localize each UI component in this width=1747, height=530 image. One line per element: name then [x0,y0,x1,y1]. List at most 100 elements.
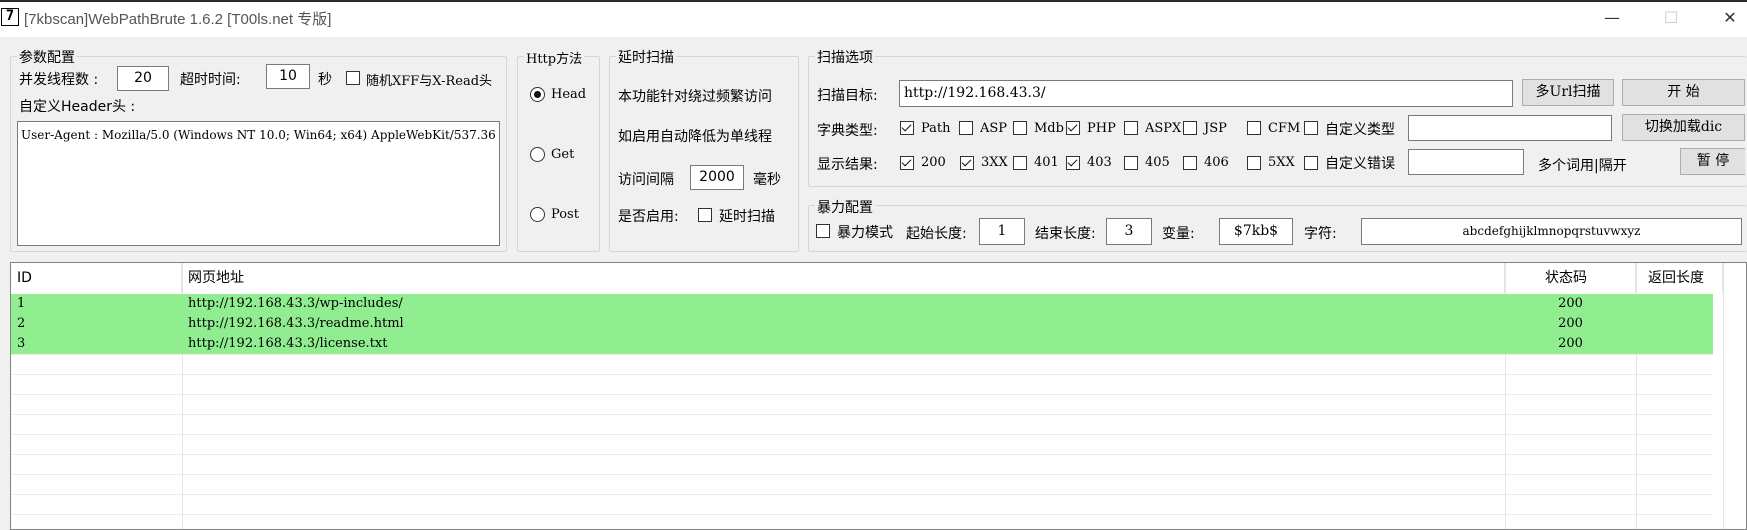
timeout-label: 超时时间: [180,72,241,88]
interval-input[interactable]: 2000 [690,165,744,190]
result-code-label: 401 [1034,155,1059,170]
start-button[interactable]: 开 始 [1622,79,1745,106]
window-title: [7kbscan]WebPathBrute 1.6.2 [T00ls.net 专… [24,11,332,28]
header-textarea[interactable]: User-Agent : Mozilla/5.0 (Windows NT 10.… [17,121,500,246]
radio-head-label: Head [551,87,587,102]
params-legend: 参数配置 [17,47,77,67]
radio-post-label: Post [551,207,579,222]
radio-head[interactable] [530,87,545,102]
timeout-unit: 秒 [318,72,332,88]
cell-url: http://192.168.43.3/readme.html [188,316,404,331]
dict-type-checkbox[interactable] [959,121,973,135]
dict-type-checkbox[interactable] [1066,121,1080,135]
dict-type-checkbox[interactable] [1247,121,1261,135]
cell-status: 200 [1558,316,1583,331]
table-row-divider [11,394,1713,395]
cell-id: 1 [17,296,26,311]
dict-type-checkbox[interactable] [1183,121,1197,135]
delay-desc-line2: 如启用自动降低为单线程 [618,129,772,145]
multi-word-label: 多个词用|隔开 [1538,158,1627,174]
results-table[interactable]: ID 网页地址 状态码 返回长度 1 http://192.168.43.3/wp… [10,262,1747,530]
result-code-label: 3XX [981,155,1008,170]
start-len-input[interactable]: 1 [979,218,1025,245]
result-code-label: 200 [921,155,946,170]
http-method-legend: Http方法 [524,48,585,67]
radio-get[interactable] [530,147,545,162]
table-row-divider [11,354,1713,355]
cell-id: 3 [17,336,26,351]
target-label: 扫描目标: [817,88,878,104]
table-row[interactable]: 3 http://192.168.43.3/license.txt 200 [11,334,1713,354]
table-row[interactable]: 1 http://192.168.43.3/wp-includes/200 [11,294,1713,314]
table-column-divider [1723,263,1724,529]
col-header-status[interactable]: 状态码 [1505,263,1636,293]
dict-type-checkbox[interactable] [1124,121,1138,135]
result-code-label: 405 [1145,155,1170,170]
result-code-checkbox[interactable] [960,156,974,170]
delay-enable-checkbox-label: 延时扫描 [719,209,775,225]
show-result-label: 显示结果: [817,157,878,173]
dict-type-checkbox[interactable] [900,121,914,135]
brute-mode-label: 暴力模式 [837,225,893,241]
brute-mode-checkbox[interactable] [816,224,830,238]
table-row-divider [11,514,1713,515]
dict-type-label-item: CFM [1268,121,1301,136]
result-code-checkbox[interactable] [1124,156,1138,170]
result-code-checkbox[interactable] [1247,156,1261,170]
dict-type-label: 字典类型: [817,123,878,139]
result-code-checkbox[interactable] [900,156,914,170]
result-code-label: 自定义错误 [1325,156,1395,172]
multi-url-button[interactable]: 多Url扫描 [1522,79,1614,106]
col-header-length[interactable]: 返回长度 [1636,263,1723,293]
col-header-url[interactable]: 网页地址 [182,263,1505,293]
title-bar: 7 [7kbscan]WebPathBrute 1.6.2 [T00ls.net… [0,0,1747,37]
interval-unit: 毫秒 [753,172,781,188]
threads-input[interactable]: 20 [117,66,169,91]
end-len-input[interactable]: 3 [1106,218,1152,245]
pause-button[interactable]: 暂 停 [1680,148,1745,175]
custom-error-input[interactable] [1408,149,1524,175]
delay-enable-checkbox[interactable] [698,208,712,222]
table-row-divider [11,434,1713,435]
timeout-input[interactable]: 10 [266,64,310,89]
dict-type-checkbox[interactable] [1304,121,1318,135]
table-row[interactable]: 2 http://192.168.43.3/readme.html 200 [11,314,1713,334]
dict-type-label-item: Path [921,121,951,136]
header-label: 自定义Header头 : [19,99,136,115]
table-row-divider [11,374,1713,375]
close-icon[interactable]: ✕ [1720,6,1740,30]
interval-label: 访问间隔 [618,172,674,188]
app-icon: 7 [1,8,19,26]
cell-length [1636,334,1642,354]
result-code-label: 406 [1204,155,1229,170]
result-code-checkbox[interactable] [1304,156,1318,170]
var-input[interactable]: $7kb$ [1219,218,1293,245]
switch-dict-button[interactable]: 切换加载dic [1622,114,1745,141]
random-xff-checkbox[interactable] [346,71,360,85]
maximize-icon: ☐ [1663,8,1679,27]
chars-label: 字符: [1304,226,1337,242]
result-code-checkbox[interactable] [1183,156,1197,170]
col-header-id[interactable]: ID [11,263,182,293]
delay-enable-label: 是否启用: [618,209,679,225]
desktop-strip [0,0,1747,2]
target-input[interactable]: http://192.168.43.3/ [899,80,1513,107]
cell-url: http://192.168.43.3/license.txt [188,336,388,351]
cell-status: 200 [1558,336,1583,351]
end-len-label: 结束长度: [1035,226,1096,242]
radio-post[interactable] [530,207,545,222]
dict-type-checkbox[interactable] [1013,121,1027,135]
delay-desc-line1: 本功能针对绕过频繁访问 [618,89,772,105]
scan-options-legend: 扫描选项 [815,47,875,67]
result-code-checkbox[interactable] [1013,156,1027,170]
result-code-checkbox[interactable] [1066,156,1080,170]
dict-type-label-item: Mdb [1034,121,1064,136]
chars-input[interactable]: abcdefghijklmnopqrstuvwxyz [1361,218,1742,245]
dict-type-label-item: 自定义类型 [1325,122,1395,138]
result-code-label: 5XX [1268,155,1295,170]
brute-legend: 暴力配置 [815,197,875,217]
minimize-icon[interactable]: — [1602,6,1622,30]
dict-type-label-item: ASPX [1145,121,1182,136]
table-row-divider [11,474,1713,475]
custom-type-input[interactable] [1408,115,1612,141]
